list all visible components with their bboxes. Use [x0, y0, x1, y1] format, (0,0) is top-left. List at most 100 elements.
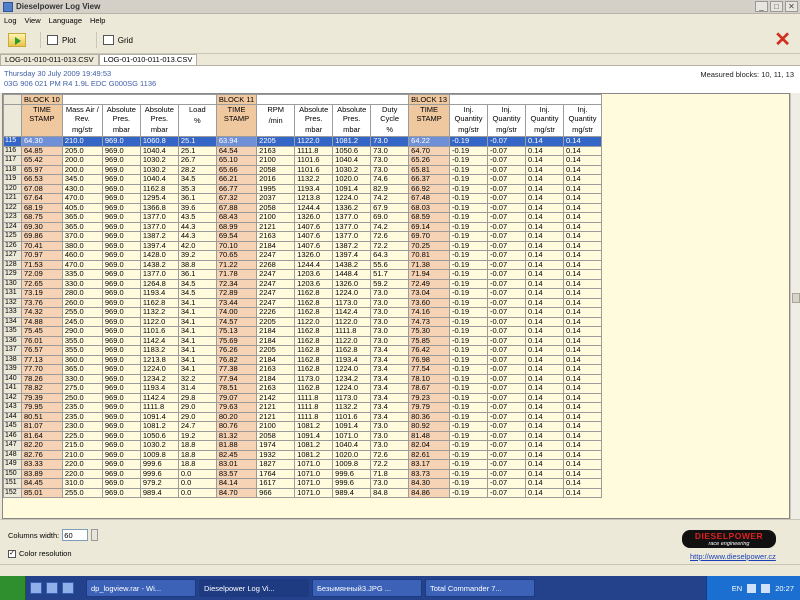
table-cell[interactable]: 80.51	[21, 411, 63, 422]
table-cell[interactable]: -0.07	[487, 364, 527, 375]
menu-language[interactable]: Language	[49, 16, 82, 25]
table-row[interactable]: 141 78.82 275.0 969.0 1193.4 31.4 78.51 2163 116…	[3, 383, 603, 394]
table-cell[interactable]: -0.19	[449, 478, 489, 489]
row-number[interactable]: 150	[3, 468, 22, 479]
table-cell[interactable]: 969.0	[101, 288, 141, 299]
table-cell[interactable]: -0.19	[449, 487, 489, 498]
table-cell[interactable]: 64.54	[215, 145, 258, 156]
table-cell[interactable]: 68.75	[21, 212, 63, 223]
table-cell[interactable]: 235.0	[61, 411, 103, 422]
data-grid[interactable]: BLOCK 10 BLOCK 11 BLOCK 13 TIME STAMP Mas…	[2, 93, 790, 519]
table-cell[interactable]: 34.1	[177, 354, 217, 365]
table-cell[interactable]: 32.2	[177, 373, 217, 384]
table-cell[interactable]: -0.07	[487, 155, 527, 166]
table-cell[interactable]: 70.81	[408, 250, 451, 261]
table-cell[interactable]: 2163	[256, 383, 296, 394]
table-row[interactable]: 125 69.86 370.0 969.0 1387.2 44.3 69.54 2163 140…	[3, 231, 603, 242]
table-cell[interactable]: 78.67	[408, 383, 451, 394]
table-cell[interactable]: -0.19	[449, 155, 489, 166]
table-cell[interactable]: -0.19	[449, 288, 489, 299]
table-cell[interactable]: 82.76	[21, 449, 63, 460]
table-cell[interactable]: 77.38	[215, 364, 258, 375]
table-cell[interactable]: 77.54	[408, 364, 451, 375]
table-cell[interactable]: 969.0	[101, 449, 141, 460]
table-cell[interactable]: 355.0	[61, 335, 103, 346]
table-cell[interactable]: 969.0	[101, 487, 141, 498]
table-row[interactable]: 119 66.53 345.0 969.0 1040.4 34.5 66.21 2016 113…	[3, 174, 603, 185]
table-cell[interactable]: 2184	[256, 354, 296, 365]
table-row[interactable]: 152 85.01 255.0 969.0 989.4 0.0 84.70 966 1071.0…	[3, 487, 603, 498]
table-cell[interactable]: 34.1	[177, 316, 217, 327]
table-cell[interactable]: 84.8	[370, 487, 410, 498]
table-cell[interactable]: 1030.2	[139, 440, 179, 451]
table-cell[interactable]: 999.6	[332, 468, 372, 479]
table-cell[interactable]: 66.77	[215, 183, 258, 194]
table-cell[interactable]: 1173.0	[294, 373, 334, 384]
table-cell[interactable]: 64.22	[408, 136, 451, 147]
table-cell[interactable]: -0.07	[487, 402, 527, 413]
table-cell[interactable]: 66.37	[408, 174, 451, 185]
table-cell[interactable]: 0.0	[177, 487, 217, 498]
table-cell[interactable]: 1091.4	[139, 411, 179, 422]
table-cell[interactable]: 1020.0	[332, 449, 372, 460]
table-row[interactable]: 124 69.30 365.0 969.0 1377.0 44.3 68.99 2121 140…	[3, 221, 603, 232]
table-cell[interactable]: 0.14	[563, 259, 603, 270]
table-cell[interactable]: 969.0	[101, 392, 141, 403]
table-cell[interactable]: 76.57	[21, 345, 63, 356]
table-cell[interactable]: 969.0	[101, 335, 141, 346]
table-cell[interactable]: 1071.0	[294, 478, 334, 489]
table-cell[interactable]: 1081.2	[294, 440, 334, 451]
vertical-scrollbar[interactable]	[790, 93, 800, 519]
table-cell[interactable]: 74.73	[408, 316, 451, 327]
table-cell[interactable]: 0.14	[563, 421, 603, 432]
table-cell[interactable]: 0.14	[563, 440, 603, 451]
table-cell[interactable]: -0.19	[449, 250, 489, 261]
table-cell[interactable]: 0.14	[525, 487, 565, 498]
table-cell[interactable]: 34.1	[177, 345, 217, 356]
table-cell[interactable]: 74.88	[21, 316, 63, 327]
table-cell[interactable]: 969.0	[101, 212, 141, 223]
table-cell[interactable]: 2205	[256, 136, 296, 147]
table-cell[interactable]: 1071.0	[294, 468, 334, 479]
table-cell[interactable]: -0.07	[487, 240, 527, 251]
table-cell[interactable]: 2247	[256, 297, 296, 308]
table-cell[interactable]: -0.07	[487, 373, 527, 384]
table-cell[interactable]: 72.89	[215, 288, 258, 299]
column-header[interactable]: TIME STAMP	[21, 104, 63, 137]
columns-width-spinner[interactable]	[91, 529, 99, 541]
table-cell[interactable]: 76.01	[21, 335, 63, 346]
table-cell[interactable]: 2163	[256, 145, 296, 156]
menu-help[interactable]: Help	[90, 16, 105, 25]
grid-button[interactable]: Grid	[95, 32, 139, 48]
table-cell[interactable]: 71.38	[408, 259, 451, 270]
table-cell[interactable]: -0.19	[449, 354, 489, 365]
table-cell[interactable]: -0.07	[487, 345, 527, 356]
table-cell[interactable]: 365.0	[61, 364, 103, 375]
table-cell[interactable]: 210.0	[61, 449, 103, 460]
table-cell[interactable]: 1438.2	[332, 259, 372, 270]
menu-log[interactable]: Log	[4, 16, 17, 25]
table-cell[interactable]: 0.14	[525, 335, 565, 346]
table-cell[interactable]: 0.14	[525, 478, 565, 489]
table-cell[interactable]: 65.26	[408, 155, 451, 166]
table-cell[interactable]: 64.85	[21, 145, 63, 156]
row-number[interactable]: 141	[3, 383, 22, 394]
table-cell[interactable]: 255.0	[61, 307, 103, 318]
table-cell[interactable]: -0.19	[449, 373, 489, 384]
column-header[interactable]: Absolute Pres. mbar	[332, 104, 372, 137]
table-cell[interactable]: 310.0	[61, 478, 103, 489]
table-cell[interactable]: 245.0	[61, 316, 103, 327]
column-header[interactable]: RPM/min	[256, 104, 296, 137]
table-cell[interactable]: 73.4	[370, 345, 410, 356]
table-cell[interactable]: 1377.0	[139, 212, 179, 223]
table-cell[interactable]: 2121	[256, 411, 296, 422]
table-cell[interactable]: 1162.8	[294, 354, 334, 365]
table-cell[interactable]: -0.19	[449, 269, 489, 280]
table-cell[interactable]: 29.8	[177, 392, 217, 403]
table-cell[interactable]: 83.57	[215, 468, 258, 479]
table-cell[interactable]: 74.32	[21, 307, 63, 318]
table-cell[interactable]: 65.97	[21, 164, 63, 175]
table-cell[interactable]: -0.07	[487, 136, 527, 147]
table-cell[interactable]: 73.0	[370, 326, 410, 337]
table-cell[interactable]: 0.14	[563, 183, 603, 194]
